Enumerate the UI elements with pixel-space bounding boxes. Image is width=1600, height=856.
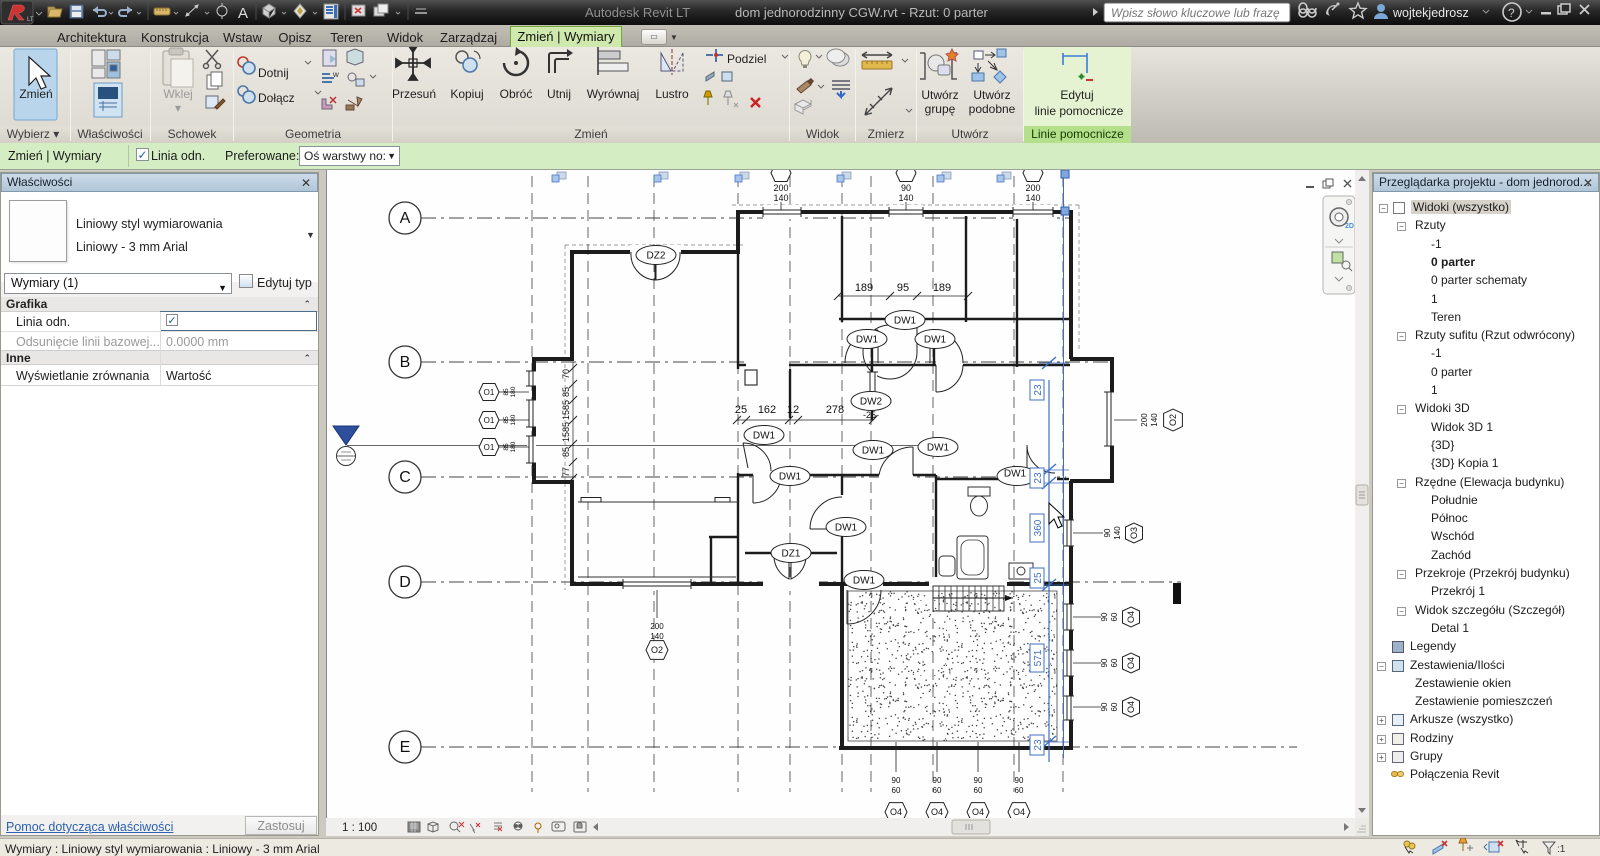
svg-text:23: 23 <box>1033 739 1044 751</box>
svg-text:200: 200 <box>650 622 664 631</box>
svg-text:O4: O4 <box>972 807 984 817</box>
svg-text:O4: O4 <box>890 807 902 817</box>
svg-text:O1: O1 <box>484 443 495 452</box>
svg-text:DW1: DW1 <box>1004 469 1027 480</box>
svg-text:A: A <box>400 210 411 227</box>
svg-text::1: :1 <box>1557 844 1566 855</box>
svg-text:90: 90 <box>933 776 942 785</box>
svg-text:189: 189 <box>933 282 951 294</box>
svg-text:Wpisz słowo kluczowe lub frazę: Wpisz słowo kluczowe lub frazę <box>1111 6 1280 20</box>
svg-text:85: 85 <box>503 388 510 396</box>
svg-text:O4: O4 <box>1126 701 1136 713</box>
svg-text:90: 90 <box>1103 528 1112 537</box>
svg-text:DW1: DW1 <box>856 335 879 346</box>
svg-text:180: 180 <box>510 386 517 397</box>
svg-text:O1: O1 <box>484 416 495 425</box>
svg-text:85: 85 <box>503 443 510 451</box>
svg-text:278: 278 <box>826 404 844 416</box>
svg-text:B: B <box>400 354 411 371</box>
svg-text:1585: 1585 <box>561 400 571 420</box>
svg-text:D: D <box>399 574 411 591</box>
svg-text:23: 23 <box>1033 472 1044 484</box>
svg-text:DW1: DW1 <box>924 335 947 346</box>
svg-text:77: 77 <box>561 467 571 477</box>
svg-text:2D: 2D <box>1345 223 1354 230</box>
svg-text:90: 90 <box>1100 702 1109 711</box>
svg-text:90: 90 <box>1015 776 1024 785</box>
svg-text:571: 571 <box>1033 649 1044 666</box>
svg-text:60: 60 <box>1110 658 1119 667</box>
svg-text:DW1: DW1 <box>835 523 858 534</box>
svg-text:85: 85 <box>561 387 571 397</box>
svg-text:25: 25 <box>735 404 747 416</box>
svg-text:140: 140 <box>1025 193 1040 203</box>
svg-text:DZ1: DZ1 <box>782 549 801 560</box>
svg-text:DZ2: DZ2 <box>647 251 666 262</box>
svg-text:140: 140 <box>898 193 913 203</box>
svg-text:200: 200 <box>1025 183 1040 193</box>
svg-text:DW1: DW1 <box>862 446 885 457</box>
svg-text:C: C <box>399 469 411 486</box>
svg-text:189: 189 <box>855 282 873 294</box>
svg-text:90: 90 <box>901 183 911 193</box>
svg-text:O1: O1 <box>484 388 495 397</box>
svg-text:DW1: DW1 <box>894 316 917 327</box>
svg-text:60: 60 <box>892 786 901 795</box>
svg-text:85: 85 <box>503 416 510 424</box>
svg-text:70: 70 <box>561 369 571 379</box>
svg-text:DW1: DW1 <box>779 472 802 483</box>
svg-text:90: 90 <box>892 776 901 785</box>
svg-text:O4: O4 <box>1126 657 1136 669</box>
svg-text:140: 140 <box>773 193 788 203</box>
svg-text:1585: 1585 <box>561 422 571 442</box>
svg-text:95: 95 <box>897 282 909 294</box>
svg-text:LT: LT <box>27 17 34 23</box>
svg-text:360: 360 <box>1033 519 1044 536</box>
svg-text:w: w <box>332 70 339 79</box>
svg-text:O4: O4 <box>931 807 943 817</box>
svg-text:O4: O4 <box>1126 611 1136 623</box>
svg-text:180: 180 <box>510 441 517 452</box>
svg-text:O2: O2 <box>651 645 663 655</box>
svg-text:60: 60 <box>1015 786 1024 795</box>
svg-text:90: 90 <box>1100 658 1109 667</box>
svg-text:140: 140 <box>1150 413 1159 427</box>
svg-text:60: 60 <box>1110 612 1119 621</box>
svg-text:60: 60 <box>1110 702 1119 711</box>
svg-text:60: 60 <box>933 786 942 795</box>
svg-text:140: 140 <box>650 632 664 641</box>
svg-text:DW1: DW1 <box>753 431 776 442</box>
svg-text:200: 200 <box>773 183 788 193</box>
svg-text:23: 23 <box>1033 384 1044 396</box>
svg-text:O3: O3 <box>1129 527 1139 539</box>
svg-text:200: 200 <box>1140 413 1149 427</box>
svg-text:140: 140 <box>1113 526 1122 540</box>
svg-text:A: A <box>238 5 248 22</box>
svg-text:O4: O4 <box>1013 807 1025 817</box>
svg-text:O2: O2 <box>1168 414 1178 426</box>
svg-text:-25-: -25- <box>863 410 879 420</box>
svg-text:162: 162 <box>758 404 776 416</box>
svg-text:DW1: DW1 <box>853 576 876 587</box>
svg-text:E: E <box>400 739 411 756</box>
svg-text:25: 25 <box>1033 572 1044 584</box>
svg-text:90: 90 <box>974 776 983 785</box>
svg-text:85: 85 <box>561 447 571 457</box>
svg-text:?: ? <box>1508 6 1515 20</box>
svg-text:wojtekjedrosz: wojtekjedrosz <box>1392 6 1469 20</box>
svg-text:60: 60 <box>974 786 983 795</box>
svg-text:1 : 100: 1 : 100 <box>342 822 377 834</box>
svg-text:90: 90 <box>1100 612 1109 621</box>
svg-text:DW1: DW1 <box>927 443 950 454</box>
svg-text:180: 180 <box>510 414 517 425</box>
svg-text:DW2: DW2 <box>860 397 883 408</box>
svg-text:12: 12 <box>787 404 799 416</box>
